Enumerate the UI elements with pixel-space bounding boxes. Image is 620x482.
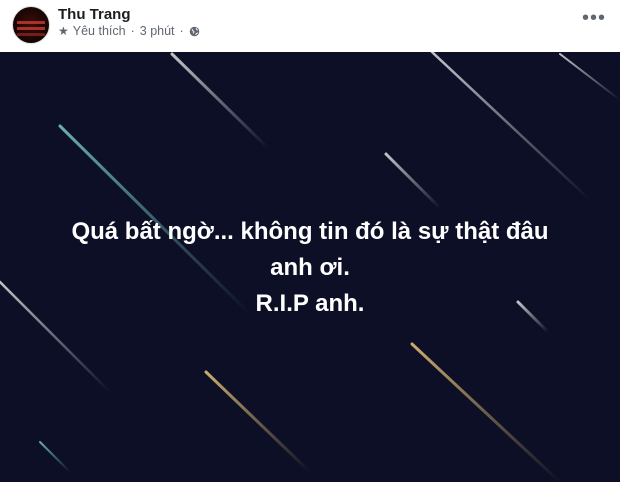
meta-separator: · [130,24,135,38]
more-options-icon[interactable]: ••• [582,8,606,28]
facebook-post: Thu Trang ★ Yêu thích · 3 phút · ••• Quá… [0,0,620,482]
post-meta: ★ Yêu thích · 3 phút · [58,24,200,38]
globe-icon[interactable] [189,26,200,37]
avatar[interactable] [12,6,50,44]
post-background-card: Quá bất ngờ... không tin đó là sự thật đ… [0,52,620,482]
meta-separator-2: · [179,24,184,38]
post-message-line-3: R.I.P anh. [255,290,365,317]
post-time[interactable]: 3 phút [140,24,175,38]
relation-label: Yêu thích [72,24,126,38]
star-icon: ★ [58,24,69,38]
post-message-line-2: anh ơi. [270,254,350,281]
post-header: Thu Trang ★ Yêu thích · 3 phút · ••• [0,0,620,52]
post-message: Quá bất ngờ... không tin đó là sự thật đ… [0,214,620,322]
post-message-line-1: Quá bất ngờ... không tin đó là sự thật đ… [71,218,549,245]
author-name[interactable]: Thu Trang [58,6,131,23]
